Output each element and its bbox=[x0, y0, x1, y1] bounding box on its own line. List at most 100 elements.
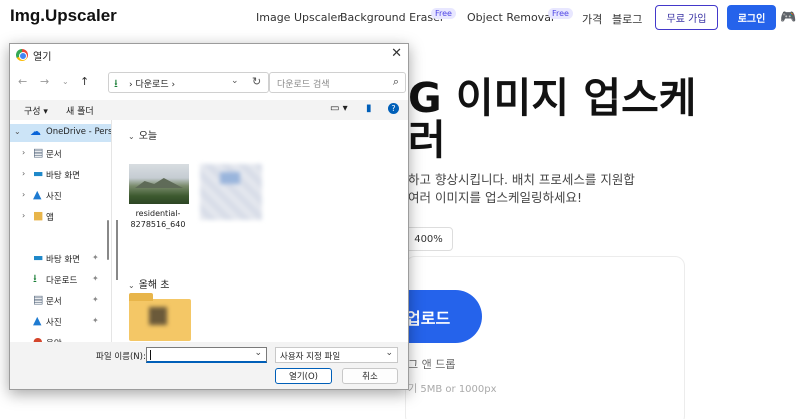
navigation-bar: ← → ⌄ ↑ ⭳ › 다운로드 › ⌄ ↻ 다운로드 검색 ⌕ bbox=[10, 66, 408, 100]
scale-400-option[interactable]: 400% bbox=[404, 227, 453, 251]
nav-object-removal[interactable]: Object Removal bbox=[467, 11, 554, 24]
sidebar-item-music[interactable]: ● 음악 bbox=[10, 334, 111, 342]
chevron-down-icon[interactable]: ⌄ bbox=[385, 348, 393, 358]
chevron-down-icon[interactable]: ⌄ bbox=[14, 127, 21, 136]
sidebar-item-label: 다운로드 bbox=[46, 276, 78, 286]
gamepad-icon[interactable]: 🎮 bbox=[780, 10, 796, 25]
hero-subtitle: 하고 향상시킵니다. 배치 프로세스를 지원합 여러 이미지를 업스케일링하세요… bbox=[408, 171, 708, 207]
desktop-icon: ▬ bbox=[33, 251, 44, 264]
pictures-icon: ▲ bbox=[33, 314, 42, 327]
music-icon: ● bbox=[33, 335, 43, 342]
filename-input[interactable]: ⌄ bbox=[146, 347, 267, 363]
login-button[interactable]: 로그인 bbox=[727, 5, 776, 30]
chevron-down-icon[interactable]: ⌄ bbox=[254, 348, 262, 358]
new-folder-button[interactable]: 새 폴더 bbox=[66, 104, 94, 117]
nav-background-eraser[interactable]: Background Eraser bbox=[340, 11, 444, 24]
sidebar-item-desktop-pinned[interactable]: ▬ 바탕 화면 ✦ bbox=[10, 250, 111, 268]
forward-arrow-icon[interactable]: → bbox=[40, 75, 49, 88]
documents-icon: ▤ bbox=[33, 293, 44, 306]
close-icon[interactable]: ✕ bbox=[391, 46, 402, 61]
group-earlier-this-year[interactable]: ⌄ 올해 초 bbox=[128, 276, 169, 291]
chevron-right-icon[interactable]: › bbox=[22, 211, 25, 220]
chevron-right-icon[interactable]: › bbox=[22, 190, 25, 199]
address-bar[interactable]: ⭳ › 다운로드 › ⌄ ↻ bbox=[108, 72, 269, 93]
search-placeholder: 다운로드 검색 bbox=[277, 80, 330, 90]
sidebar-item-label: OneDrive - Pers bbox=[46, 127, 111, 137]
folder-icon: ■ bbox=[33, 209, 44, 222]
sidebar-scrollbar[interactable] bbox=[107, 220, 109, 260]
nav-image-upscaler[interactable]: Image Upscaler bbox=[256, 11, 342, 24]
onedrive-icon: ☁ bbox=[30, 125, 41, 138]
sidebar-item-label: 바탕 화면 bbox=[46, 171, 80, 181]
back-arrow-icon[interactable]: ← bbox=[18, 75, 27, 88]
address-path: › 다운로드 › bbox=[129, 80, 176, 90]
content-scrollbar[interactable] bbox=[116, 220, 118, 280]
pin-icon: ✦ bbox=[92, 253, 99, 262]
chevron-down-icon[interactable]: ⌄ bbox=[231, 76, 239, 86]
sidebar-item-label: 사진 bbox=[46, 192, 62, 202]
pin-icon: ✦ bbox=[92, 295, 99, 304]
sidebar-item-label: 문서 bbox=[46, 150, 62, 160]
file-list: ⌄ 오늘 residential-8278516_640 ⌄ 올해 초 bbox=[111, 120, 408, 342]
pin-icon: ✦ bbox=[92, 274, 99, 283]
sidebar-item-documents[interactable]: › ▤ 문서 bbox=[10, 145, 111, 163]
chevron-down-icon[interactable]: ⌄ bbox=[128, 132, 135, 141]
size-limit: 기 5MB or 1000px bbox=[408, 384, 497, 395]
sidebar-item-onedrive[interactable]: ⌄ ☁ OneDrive - Pers bbox=[10, 124, 111, 142]
sidebar-item-pictures[interactable]: › ▲ 사진 bbox=[10, 187, 111, 205]
folder-thumbnail[interactable] bbox=[129, 293, 191, 341]
hero-subtitle-line2: 여러 이미지를 업스케일링하세요! bbox=[408, 190, 582, 205]
nav-pricing[interactable]: 가격 bbox=[582, 11, 602, 27]
file-type-filter[interactable]: 사용자 지정 파일 ⌄ bbox=[275, 347, 398, 363]
site-logo[interactable]: Img.Upscaler bbox=[10, 6, 117, 26]
hero-title-line2: 러 bbox=[408, 116, 446, 164]
dialog-footer: 파일 이름(N): ⌄ 사용자 지정 파일 ⌄ 열기(O) 취소 bbox=[10, 342, 408, 389]
pictures-icon: ▲ bbox=[33, 188, 42, 201]
nav-blog[interactable]: 블로그 bbox=[612, 11, 642, 27]
group-today[interactable]: ⌄ 오늘 bbox=[128, 127, 157, 142]
chevron-right-icon[interactable]: › bbox=[22, 169, 25, 178]
sidebar-item-documents-pinned[interactable]: ▤ 문서 ✦ bbox=[10, 292, 111, 310]
refresh-icon[interactable]: ↻ bbox=[252, 75, 261, 88]
file-open-dialog: 열기 ✕ ← → ⌄ ↑ ⭳ › 다운로드 › ⌄ ↻ 다운로드 검색 ⌕ 구성… bbox=[9, 43, 409, 390]
sidebar-item-label: 앱 bbox=[46, 213, 54, 223]
help-icon[interactable]: ? bbox=[388, 103, 399, 114]
navigation-pane: ⌄ ☁ OneDrive - Pers › ▤ 문서 › ▬ 바탕 화면 › ▲… bbox=[10, 120, 111, 342]
sidebar-item-label: 사진 bbox=[46, 318, 62, 328]
signup-button[interactable]: 무료 가입 bbox=[655, 5, 718, 30]
sidebar-item-apps[interactable]: › ■ 앱 bbox=[10, 208, 111, 226]
download-icon: ⭳ bbox=[114, 77, 118, 90]
page: Img.Upscaler Image Upscaler Background E… bbox=[0, 0, 800, 419]
hero-title: G 이미지 업스케 bbox=[408, 74, 697, 122]
recent-chevron-icon[interactable]: ⌄ bbox=[62, 77, 69, 86]
drop-hint: 그 앤 드롭 bbox=[408, 358, 456, 371]
dialog-toolbar: 구성 ▾ 새 폴더 ▭ ▾ ▮ ? bbox=[10, 100, 408, 120]
file-name[interactable]: residential-8278516_640 bbox=[124, 208, 192, 230]
filename-label: 파일 이름(N): bbox=[96, 352, 146, 362]
up-arrow-icon[interactable]: ↑ bbox=[80, 75, 89, 88]
organize-button[interactable]: 구성 ▾ bbox=[24, 104, 48, 117]
chevron-down-icon[interactable]: ⌄ bbox=[128, 281, 135, 290]
image-thumbnail[interactable] bbox=[129, 164, 189, 204]
pin-icon: ✦ bbox=[92, 316, 99, 325]
sidebar-item-downloads[interactable]: ⭳ 다운로드 ✦ bbox=[10, 271, 111, 289]
open-button[interactable]: 열기(O) bbox=[275, 368, 332, 384]
dialog-title: 열기 bbox=[33, 52, 52, 63]
view-options-icon[interactable]: ▭ ▾ bbox=[330, 103, 348, 114]
sidebar-item-desktop[interactable]: › ▬ 바탕 화면 bbox=[10, 166, 111, 184]
blurred-thumbnail[interactable] bbox=[200, 164, 262, 220]
chrome-icon bbox=[16, 49, 28, 61]
preview-pane-icon[interactable]: ▮ bbox=[366, 103, 372, 114]
search-icon: ⌕ bbox=[392, 75, 399, 88]
sidebar-item-pictures-pinned[interactable]: ▲ 사진 ✦ bbox=[10, 313, 111, 331]
sidebar-item-label: 문서 bbox=[46, 297, 62, 307]
download-icon: ⭳ bbox=[33, 272, 37, 285]
dialog-titlebar[interactable]: 열기 ✕ bbox=[10, 44, 408, 66]
cancel-button[interactable]: 취소 bbox=[342, 368, 398, 384]
sidebar-item-label: 바탕 화면 bbox=[46, 255, 80, 265]
chevron-right-icon[interactable]: › bbox=[22, 148, 25, 157]
free-badge: Free bbox=[431, 8, 456, 19]
search-input[interactable]: 다운로드 검색 ⌕ bbox=[269, 72, 406, 93]
documents-icon: ▤ bbox=[33, 146, 44, 159]
free-badge: Free bbox=[548, 8, 573, 19]
